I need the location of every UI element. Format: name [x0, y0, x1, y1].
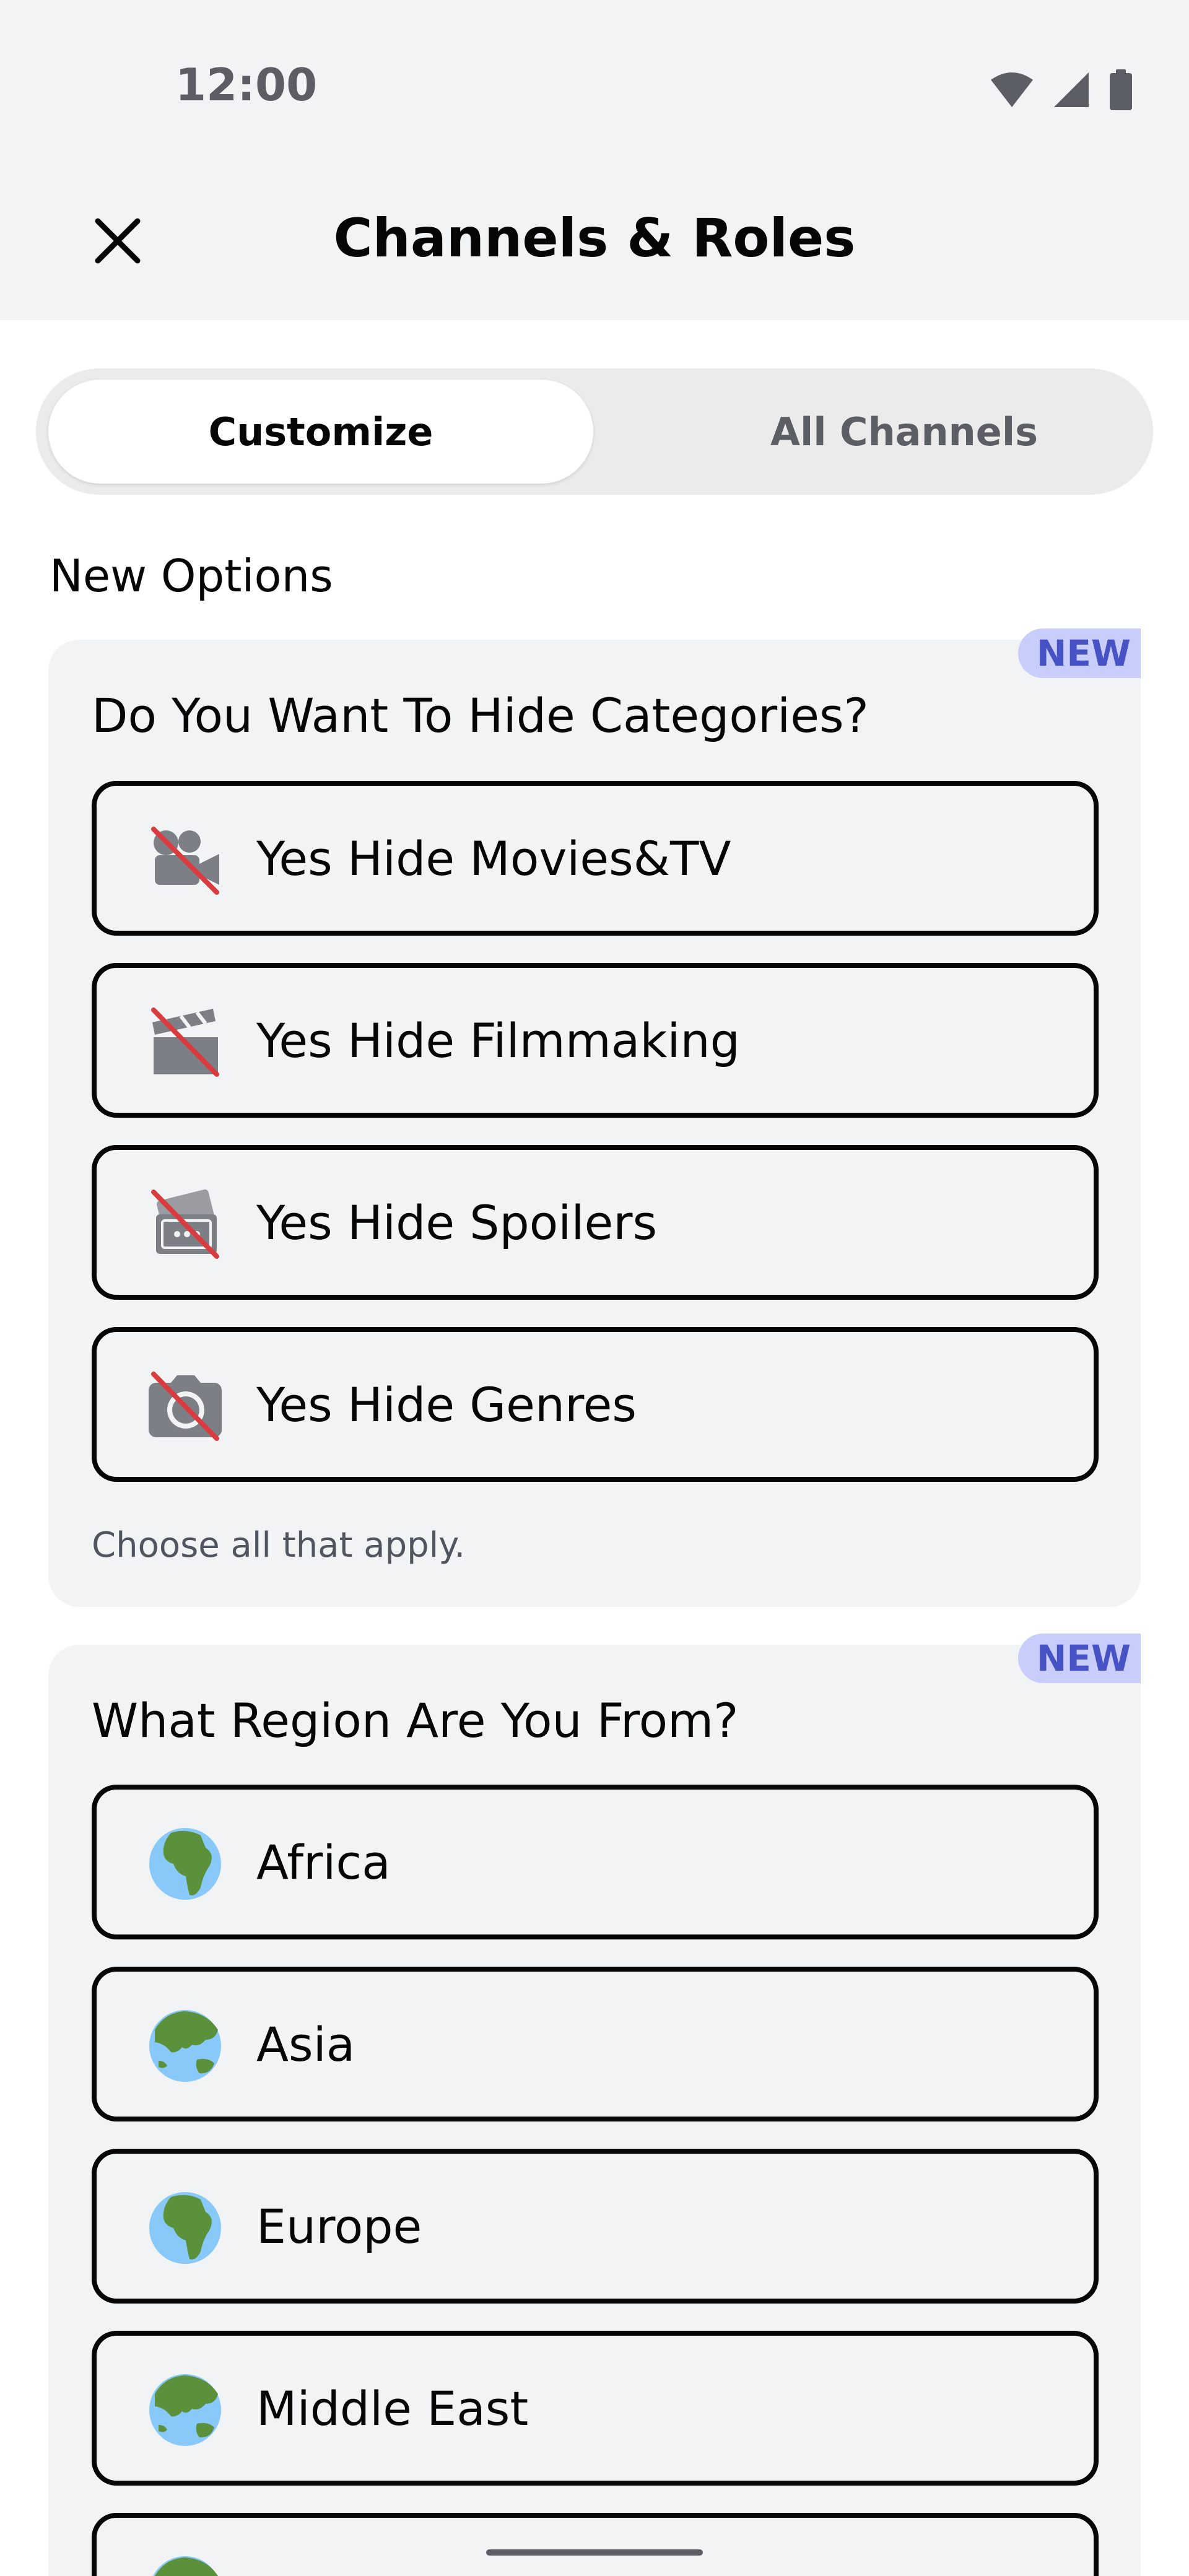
option-label: Europe: [256, 2198, 422, 2254]
new-badge: NEW: [1017, 629, 1141, 678]
option-region-asia[interactable]: Asia: [92, 1967, 1099, 2121]
option-region-europe[interactable]: Europe: [92, 2149, 1099, 2304]
globe-africa-icon: [149, 1828, 221, 1900]
globe-asia-icon: [153, 2556, 218, 2576]
option-region-africa[interactable]: Africa: [92, 1785, 1099, 1939]
hint-text: Choose all that apply.: [92, 1525, 466, 1565]
page-title: Channels & Roles: [333, 207, 856, 269]
camera-crossed-icon: [149, 1372, 222, 1441]
globe-asia-icon: [149, 2010, 221, 2082]
section-label: New Options: [50, 550, 333, 602]
movie-camera-crossed-icon: [151, 827, 219, 895]
option-label: Africa: [256, 1834, 391, 1890]
new-badge: NEW: [1017, 1634, 1141, 1683]
question-card-categories: NEW Do You Want To Hide Categories? Yes …: [48, 629, 1141, 1607]
option-label: Asia: [256, 2016, 355, 2072]
status-bar: 12:00: [0, 0, 1189, 176]
status-icons: [990, 69, 1133, 110]
option-label: Yes Hide Filmmaking: [256, 1012, 740, 1068]
option-label: Yes Hide Spoilers: [256, 1194, 658, 1250]
signal-icon: [1054, 72, 1089, 107]
option-region-middle-east[interactable]: Middle East: [92, 2331, 1099, 2486]
tab-customize[interactable]: Customize: [48, 380, 593, 484]
option-label: Yes Hide Genres: [256, 1377, 637, 1432]
option-hide-movies-tv[interactable]: Yes Hide Movies&TV: [92, 781, 1099, 936]
tab-all-channels[interactable]: All Channels: [632, 380, 1177, 484]
tab-bar: Customize All Channels: [36, 368, 1153, 495]
wifi-icon: [991, 72, 1033, 107]
tickets-crossed-icon: [151, 1189, 219, 1259]
battery-icon: [1110, 69, 1132, 110]
option-region-partial[interactable]: [92, 2513, 1099, 2576]
option-label: Middle East: [256, 2380, 529, 2436]
option-label: Yes Hide Movies&TV: [256, 830, 731, 886]
home-indicator[interactable]: [486, 2549, 703, 2556]
option-hide-filmmaking[interactable]: Yes Hide Filmmaking: [92, 963, 1099, 1118]
clapperboard-crossed-icon: [151, 1007, 219, 1077]
question-card-region: NEW What Region Are You From? Africa Asi…: [48, 1634, 1141, 2576]
question-title: Do You Want To Hide Categories?: [92, 688, 869, 743]
question-title: What Region Are You From?: [92, 1693, 739, 1748]
globe-asia-icon: [149, 2374, 221, 2446]
option-hide-spoilers[interactable]: Yes Hide Spoilers: [92, 1145, 1099, 1300]
status-time: 12:00: [175, 59, 318, 111]
header: Channels & Roles: [0, 176, 1189, 320]
globe-europe-icon: [149, 2192, 221, 2264]
option-hide-genres[interactable]: Yes Hide Genres: [92, 1327, 1099, 1482]
